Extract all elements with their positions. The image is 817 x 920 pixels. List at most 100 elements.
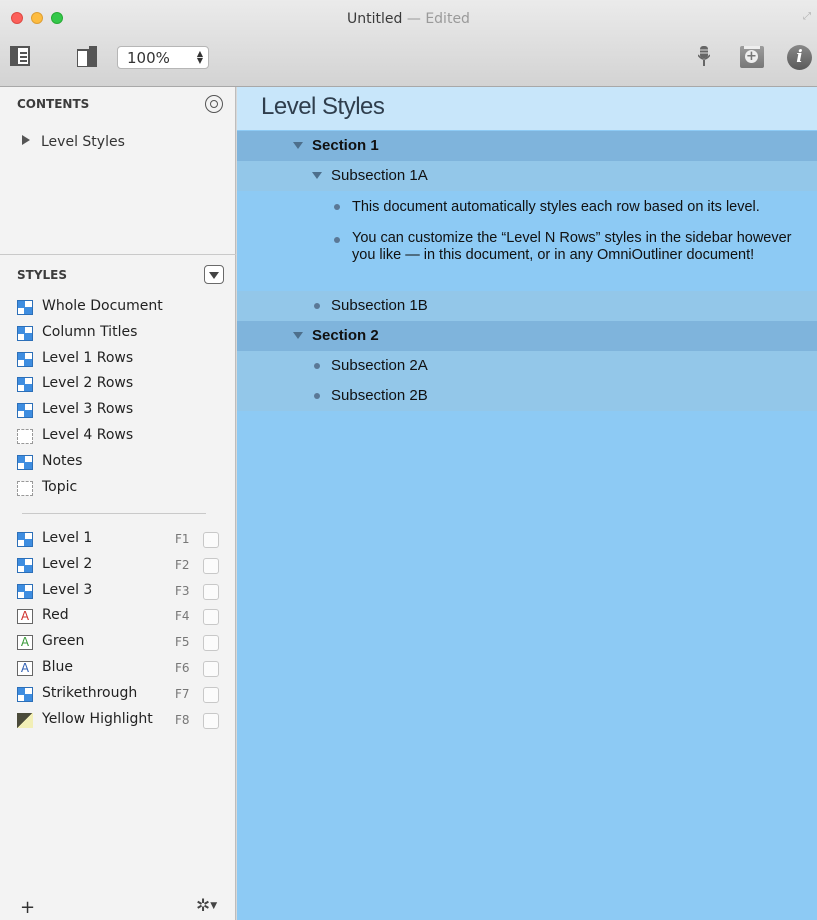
sidebar-divider — [0, 254, 236, 255]
style-label: Level 1 Rows — [42, 350, 134, 366]
style-checkbox[interactable] — [203, 558, 219, 574]
window-title: Untitled — Edited — [0, 11, 817, 27]
outline-row-level-2[interactable]: Subsection 2A — [237, 351, 817, 381]
microphone-icon[interactable] — [698, 46, 710, 68]
row-text[interactable]: This document automatically styles each … — [352, 199, 812, 216]
style-label: Level 2 Rows — [42, 375, 134, 391]
named-style-red[interactable]: A Red F4 — [17, 606, 222, 626]
bullet-icon — [314, 363, 320, 369]
bullet-icon — [314, 303, 320, 309]
inspector-glyph — [76, 46, 97, 68]
add-attachment-icon[interactable] — [740, 46, 764, 68]
style-label: Level 4 Rows — [42, 427, 134, 443]
style-checkbox[interactable] — [203, 661, 219, 677]
style-checkbox[interactable] — [203, 687, 219, 703]
outline-row-level-2[interactable]: Subsection 1B — [237, 291, 817, 321]
named-style-strikethrough[interactable]: Strikethrough F7 — [17, 684, 222, 704]
gear-icon[interactable]: ✲▼ — [196, 896, 217, 916]
window-toolbar: Untitled — Edited ⤢ 100% ▲▼ i — [0, 0, 817, 87]
style-label: Green — [42, 633, 85, 649]
contents-item-label: Level Styles — [41, 134, 125, 150]
named-style-blue[interactable]: A Blue F6 — [17, 658, 222, 678]
document-title[interactable]: Level Styles — [261, 93, 385, 121]
style-icon — [17, 326, 33, 341]
style-checkbox[interactable] — [203, 609, 219, 625]
style-label: Blue — [42, 659, 73, 675]
shortcut-key: F4 — [175, 609, 190, 623]
contents-item-level-styles[interactable]: Level Styles — [22, 134, 125, 150]
sidebar: CONTENTS Level Styles STYLES Whole Docum… — [0, 87, 236, 920]
bullet-icon — [314, 393, 320, 399]
zoom-stepper-icon[interactable]: ▲ ▼ — [197, 50, 203, 65]
style-icon — [17, 584, 33, 599]
highlight-style-icon — [17, 713, 33, 728]
named-style-level-3[interactable]: Level 3 F3 — [17, 581, 222, 601]
info-icon[interactable]: i — [787, 45, 812, 70]
styles-menu-button[interactable] — [204, 265, 224, 284]
named-style-green[interactable]: A Green F5 — [17, 632, 222, 652]
shortcut-key: F8 — [175, 713, 190, 727]
blue-letter-style-icon: A — [17, 661, 33, 676]
row-text[interactable]: Subsection 2A — [331, 357, 428, 374]
shortcut-key: F1 — [175, 532, 190, 546]
shortcut-key: F7 — [175, 687, 190, 701]
named-style-level-2[interactable]: Level 2 F2 — [17, 555, 222, 575]
style-icon — [17, 532, 33, 547]
style-checkbox[interactable] — [203, 635, 219, 651]
row-text[interactable]: Section 2 — [312, 327, 379, 344]
empty-style-icon — [17, 429, 33, 444]
outline-row-level-2[interactable]: Subsection 2B — [237, 381, 817, 411]
bullet-icon — [334, 237, 340, 243]
style-icon — [17, 352, 33, 367]
title-separator: — — [402, 11, 426, 27]
named-style-level-1[interactable]: Level 1 F1 — [17, 529, 222, 549]
row-text[interactable]: Subsection 2B — [331, 387, 428, 404]
style-icon — [17, 558, 33, 573]
style-icon — [17, 300, 33, 315]
style-icon — [17, 687, 33, 702]
style-label: Strikethrough — [42, 685, 138, 701]
row-text[interactable]: You can customize the “Level N Rows” sty… — [352, 230, 802, 264]
inspector-toggle-icon[interactable] — [76, 46, 97, 68]
outline-row-level-1[interactable]: Section 2 — [237, 321, 817, 351]
add-style-button[interactable]: + — [20, 897, 35, 918]
style-label: Notes — [42, 453, 83, 469]
zoom-field[interactable]: 100% ▲ ▼ — [117, 46, 209, 69]
disclosure-triangle-icon[interactable] — [312, 172, 322, 179]
fullscreen-icon[interactable]: ⤢ — [803, 12, 813, 22]
contents-heading: CONTENTS — [17, 97, 90, 111]
outline-row-level-3[interactable]: This document automatically styles each … — [237, 191, 817, 227]
search-icon[interactable] — [205, 95, 223, 113]
disclosure-triangle-icon[interactable] — [293, 332, 303, 339]
sidebar-toggle-icon[interactable] — [10, 46, 30, 66]
zoom-value: 100% — [127, 49, 170, 67]
styles-divider — [22, 513, 206, 514]
outline-row-level-3[interactable]: You can customize the “Level N Rows” sty… — [237, 227, 817, 291]
style-label: Level 3 — [42, 582, 93, 598]
document-name: Untitled — [347, 11, 403, 27]
outline-document[interactable]: Level Styles Section 1 Subsection 1A Thi… — [237, 87, 817, 920]
bullet-icon — [334, 204, 340, 210]
disclosure-triangle-icon[interactable] — [22, 135, 30, 145]
style-label: Level 1 — [42, 530, 93, 546]
green-letter-style-icon: A — [17, 635, 33, 650]
named-style-yellow-highlight[interactable]: Yellow Highlight F8 — [17, 710, 222, 730]
empty-style-icon — [17, 481, 33, 496]
row-text[interactable]: Subsection 1B — [331, 297, 428, 314]
outline-row-level-2[interactable]: Subsection 1A — [237, 161, 817, 191]
style-label: Level 2 — [42, 556, 93, 572]
row-text[interactable]: Section 1 — [312, 137, 379, 154]
shortcut-key: F5 — [175, 635, 190, 649]
style-checkbox[interactable] — [203, 532, 219, 548]
style-icon — [17, 455, 33, 470]
style-checkbox[interactable] — [203, 713, 219, 729]
style-icon — [17, 377, 33, 392]
row-text[interactable]: Subsection 1A — [331, 167, 428, 184]
disclosure-triangle-icon[interactable] — [293, 142, 303, 149]
outline-row-level-1[interactable]: Section 1 — [237, 131, 817, 161]
edited-status: Edited — [425, 11, 470, 27]
style-label: Column Titles — [42, 324, 138, 340]
style-icon — [17, 403, 33, 418]
shortcut-key: F3 — [175, 584, 190, 598]
style-checkbox[interactable] — [203, 584, 219, 600]
